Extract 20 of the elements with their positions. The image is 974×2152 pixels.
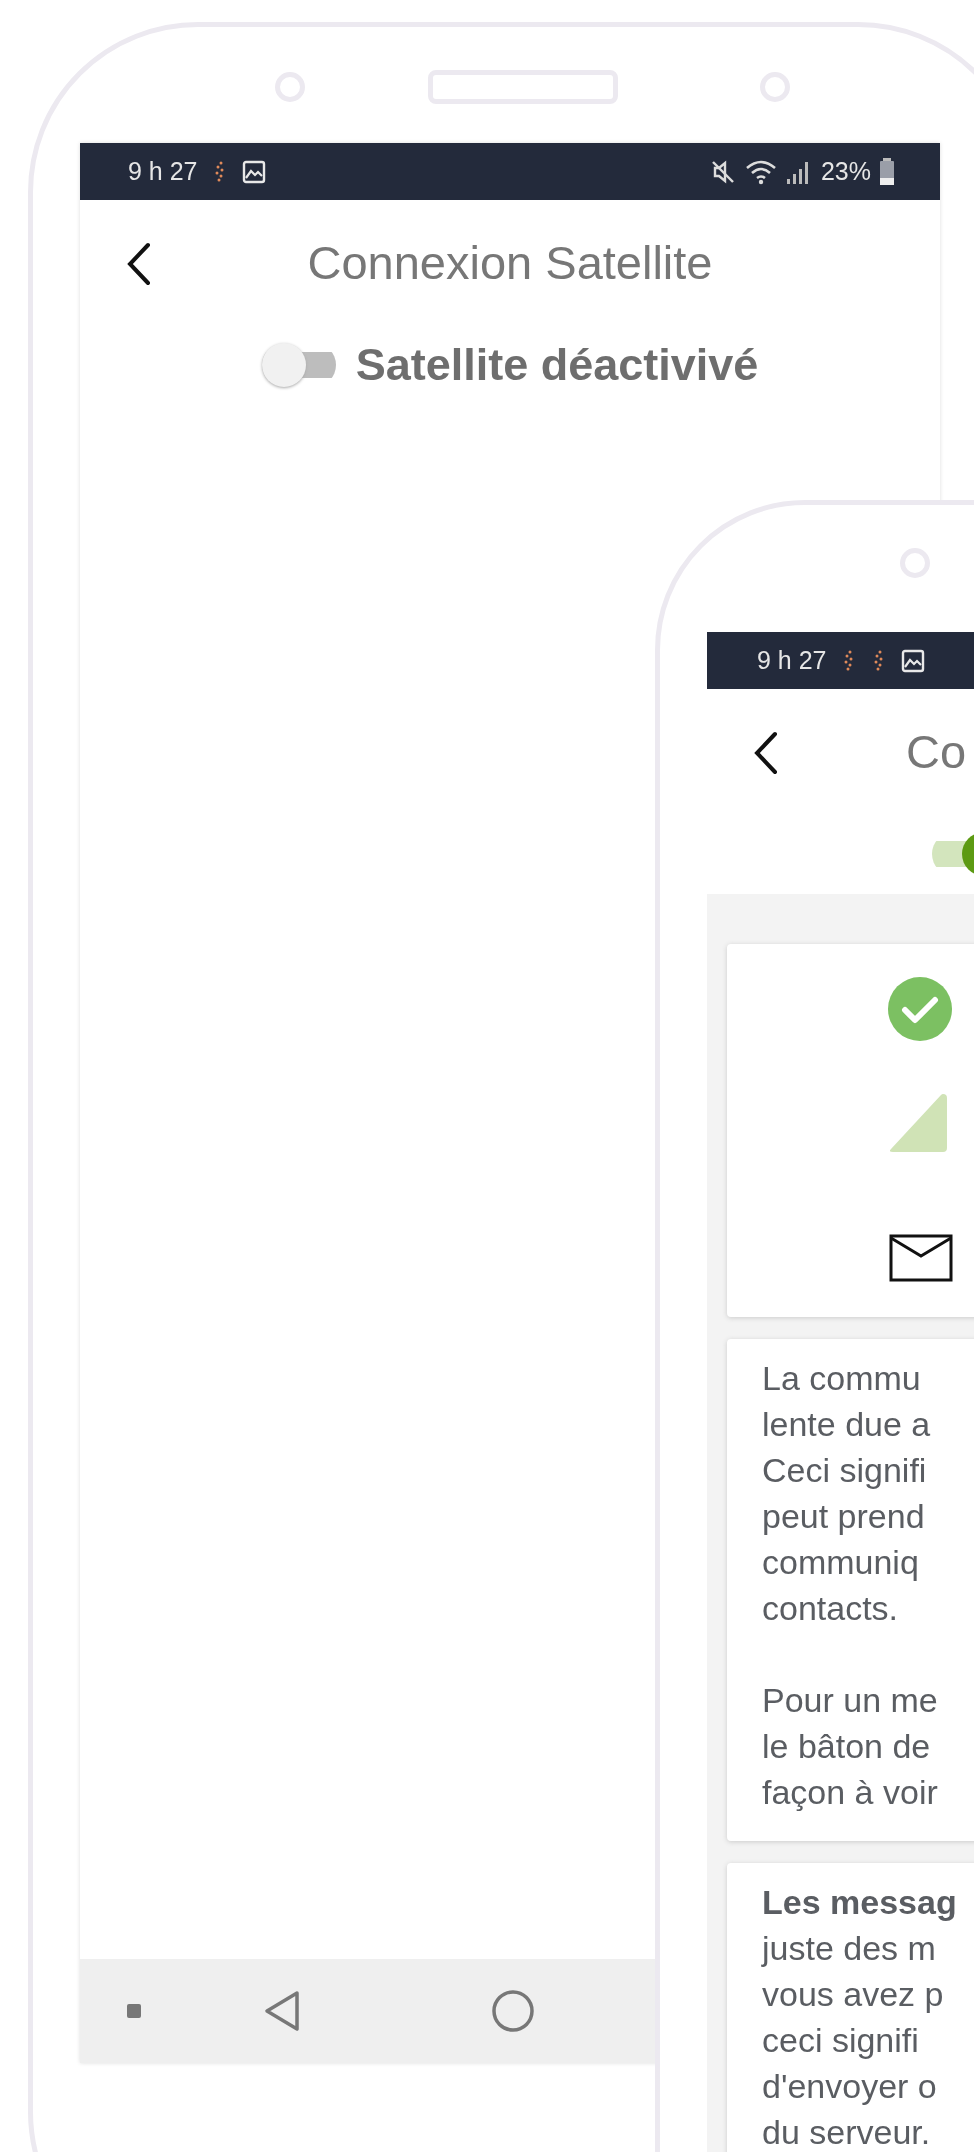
screen-title: Co bbox=[906, 724, 967, 779]
recent-apps-icon[interactable] bbox=[126, 2003, 142, 2019]
image-icon bbox=[241, 159, 266, 184]
check-circle-icon bbox=[887, 976, 953, 1042]
battery-icon bbox=[879, 157, 895, 186]
status-time: 9 h 27 bbox=[757, 646, 827, 675]
status-time: 9 h 27 bbox=[128, 157, 198, 186]
back-chevron-icon[interactable] bbox=[126, 242, 152, 286]
info-paragraph: Pour un me le bâton de façon à voir bbox=[762, 1680, 939, 1813]
image-icon bbox=[900, 648, 925, 673]
wifi-icon bbox=[744, 158, 777, 185]
screen-title: Connexion Satellite bbox=[307, 235, 713, 290]
battery-percentage: 23% bbox=[820, 157, 871, 186]
home-circle-icon[interactable] bbox=[491, 1989, 535, 2033]
back-chevron-icon[interactable] bbox=[753, 731, 779, 775]
envelope-icon bbox=[889, 1234, 953, 1282]
satellite-status-label: Satellite déactivivé bbox=[355, 339, 759, 391]
signal-triangle-icon bbox=[887, 1092, 949, 1154]
info-paragraph: Les messag juste des m vous avez p ceci signifi d'envoyer o du serveur. bbox=[762, 1882, 958, 2152]
info-paragraph: La commu lente due a Ceci signifi peut prend communiq contacts. bbox=[762, 1358, 932, 1629]
